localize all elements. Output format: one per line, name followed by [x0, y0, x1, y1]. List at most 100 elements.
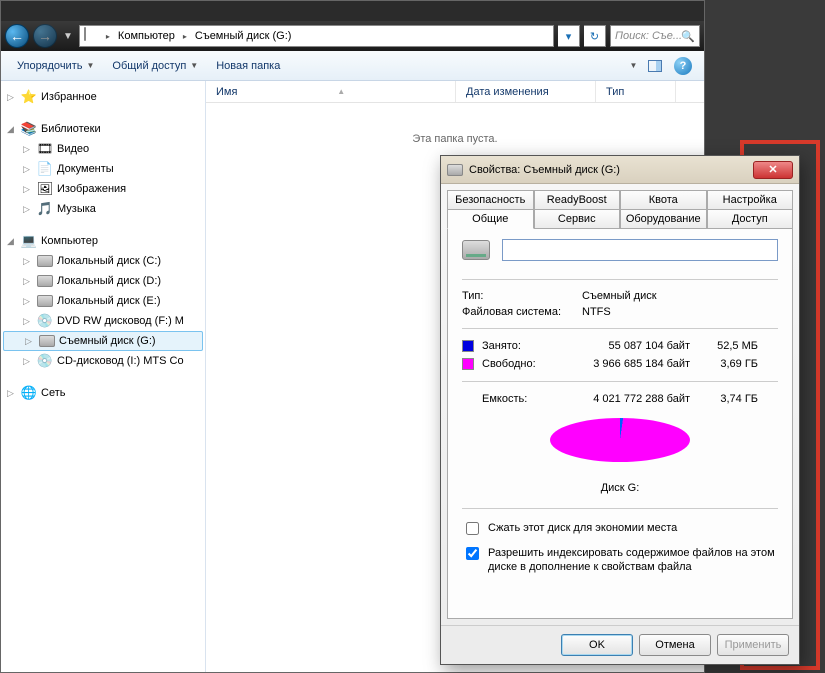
cd-icon: 💿 — [37, 353, 53, 369]
tree-network[interactable]: ▷ 🌐 Сеть — [1, 383, 205, 403]
nav-forward-button[interactable]: → — [33, 24, 57, 48]
tree-label: Изображения — [57, 183, 126, 195]
nav-history-dropdown[interactable]: ▼ — [61, 31, 75, 42]
tree-item-drive-d[interactable]: ▷Локальный диск (D:) — [1, 271, 205, 291]
refresh-button[interactable]: ↻ — [584, 25, 606, 47]
arrow-right-icon: → — [38, 28, 52, 44]
chevron-down-icon: ▼ — [630, 61, 638, 70]
view-options-button[interactable]: ▼ — [614, 55, 640, 77]
tree-label: Видео — [57, 143, 89, 155]
documents-icon: 📄 — [37, 161, 53, 177]
volume-label-input[interactable] — [502, 239, 778, 261]
ok-button[interactable]: OK — [561, 634, 633, 656]
share-menu[interactable]: Общий доступ ▼ — [104, 56, 206, 76]
index-label: Разрешить индексировать содержимое файло… — [488, 546, 778, 575]
tree-item-drive-i[interactable]: ▷ 💿 CD-дисковод (I:) MTS Co — [1, 351, 205, 371]
organize-menu[interactable]: Упорядочить ▼ — [9, 56, 102, 76]
search-input[interactable]: Поиск: Съе... 🔍 — [610, 25, 700, 47]
preview-pane-button[interactable] — [642, 55, 668, 77]
used-label: Занято: — [482, 340, 562, 352]
used-human: 52,5 МБ — [698, 340, 758, 352]
tree-item-pictures[interactable]: ▷🖼Изображения — [1, 179, 205, 199]
tab-quota[interactable]: Квота — [620, 190, 707, 209]
tree-item-drive-e[interactable]: ▷Локальный диск (E:) — [1, 291, 205, 311]
apply-button[interactable]: Применить — [717, 634, 789, 656]
tab-sharing[interactable]: Доступ — [707, 209, 794, 228]
column-modified[interactable]: Дата изменения — [456, 81, 596, 102]
type-value: Съемный диск — [582, 290, 657, 302]
close-button[interactable]: ✕ — [753, 161, 793, 179]
help-icon: ? — [674, 57, 692, 75]
cancel-button[interactable]: Отмена — [639, 634, 711, 656]
divider — [462, 279, 778, 280]
tree-favorites[interactable]: ▷ ⭐ Избранное — [1, 87, 205, 107]
tab-general[interactable]: Общие — [447, 209, 534, 229]
column-headers: Имя▲ Дата изменения Тип — [206, 81, 704, 103]
filesystem-label: Файловая система: — [462, 306, 582, 318]
removable-drive-icon — [447, 164, 463, 176]
tree-label: Документы — [57, 163, 114, 175]
expand-icon[interactable]: ▷ — [23, 144, 33, 155]
column-name[interactable]: Имя▲ — [206, 81, 456, 102]
tree-label: Библиотеки — [41, 123, 101, 135]
capacity-bytes: 4 021 772 288 байт — [570, 393, 690, 405]
expand-icon[interactable]: ▷ — [7, 92, 17, 103]
expand-icon[interactable]: ▷ — [23, 296, 33, 307]
compress-checkbox[interactable] — [466, 522, 479, 535]
filesystem-value: NTFS — [582, 306, 611, 318]
breadcrumb-computer[interactable]: Компьютер — [112, 28, 181, 44]
expand-icon[interactable]: ▷ — [7, 388, 17, 399]
tab-tools[interactable]: Сервис — [534, 209, 621, 228]
tree-libraries[interactable]: ◢ 📚 Библиотеки — [1, 119, 205, 139]
capacity-label: Емкость: — [482, 393, 562, 405]
type-label: Тип: — [462, 290, 582, 302]
tree-item-drive-c[interactable]: ▷Локальный диск (C:) — [1, 251, 205, 271]
breadcrumb-current[interactable]: Съемный диск (G:) — [189, 28, 298, 44]
refresh-icon: ↻ — [590, 30, 599, 43]
tree-item-video[interactable]: ▷🎞Видео — [1, 139, 205, 159]
navigation-pane: ▷ ⭐ Избранное ◢ 📚 Библиотеки ▷🎞Видео ▷ 📄 Д… — [1, 81, 206, 672]
new-folder-button[interactable]: Новая папка — [208, 56, 288, 76]
expand-icon[interactable]: ▷ — [23, 316, 33, 327]
tree-computer[interactable]: ◢ 💻 Компьютер — [1, 231, 205, 251]
tree-item-music[interactable]: ▷🎵Музыка — [1, 199, 205, 219]
expand-icon[interactable]: ▷ — [23, 256, 33, 267]
expand-icon[interactable]: ▷ — [23, 356, 33, 367]
tab-customize[interactable]: Настройка — [707, 190, 794, 209]
dialog-titlebar[interactable]: Свойства: Съемный диск (G:) ✕ — [441, 156, 799, 184]
index-checkbox[interactable] — [466, 547, 479, 560]
tab-hardware[interactable]: Оборудование — [620, 209, 707, 228]
tab-readyboost[interactable]: ReadyBoost — [534, 190, 621, 209]
tree-label: Избранное — [41, 91, 97, 103]
hdd-icon — [37, 253, 53, 269]
chevron-right-icon[interactable]: ▸ — [181, 32, 189, 41]
tree-label: CD-дисковод (I:) MTS Co — [57, 355, 184, 367]
tree-label: Сеть — [41, 387, 65, 399]
collapse-icon[interactable]: ◢ — [7, 236, 17, 247]
expand-icon[interactable]: ▷ — [23, 204, 33, 215]
tab-security[interactable]: Безопасность — [447, 190, 534, 209]
dialog-title: Свойства: Съемный диск (G:) — [469, 164, 620, 176]
tree-item-drive-f[interactable]: ▷💿DVD RW дисковод (F:) M — [1, 311, 205, 331]
compress-checkbox-row[interactable]: Сжать этот диск для экономии места — [462, 521, 778, 538]
tree-item-documents[interactable]: ▷ 📄 Документы — [1, 159, 205, 179]
expand-icon[interactable]: ▷ — [23, 276, 33, 287]
column-type[interactable]: Тип — [596, 81, 676, 102]
new-folder-label: Новая папка — [216, 60, 280, 72]
nav-back-button[interactable]: ← — [5, 24, 29, 48]
music-icon: 🎵 — [37, 201, 53, 217]
expand-icon[interactable]: ▷ — [23, 184, 33, 195]
chevron-right-icon[interactable]: ▸ — [104, 32, 112, 41]
address-box[interactable]: ▸ Компьютер ▸ Съемный диск (G:) — [79, 25, 554, 47]
collapse-icon[interactable]: ◢ — [7, 124, 17, 135]
expand-icon[interactable]: ▷ — [25, 336, 35, 347]
index-checkbox-row[interactable]: Разрешить индексировать содержимое файло… — [462, 546, 778, 575]
divider — [462, 381, 778, 382]
divider — [462, 328, 778, 329]
address-dropdown-button[interactable]: ▾ — [558, 25, 580, 47]
expand-icon[interactable]: ▷ — [23, 164, 33, 175]
tree-item-drive-g[interactable]: ▷Съемный диск (G:) — [3, 331, 203, 351]
help-button[interactable]: ? — [670, 55, 696, 77]
pie-caption: Диск G: — [462, 482, 778, 494]
hdd-icon — [37, 273, 53, 289]
